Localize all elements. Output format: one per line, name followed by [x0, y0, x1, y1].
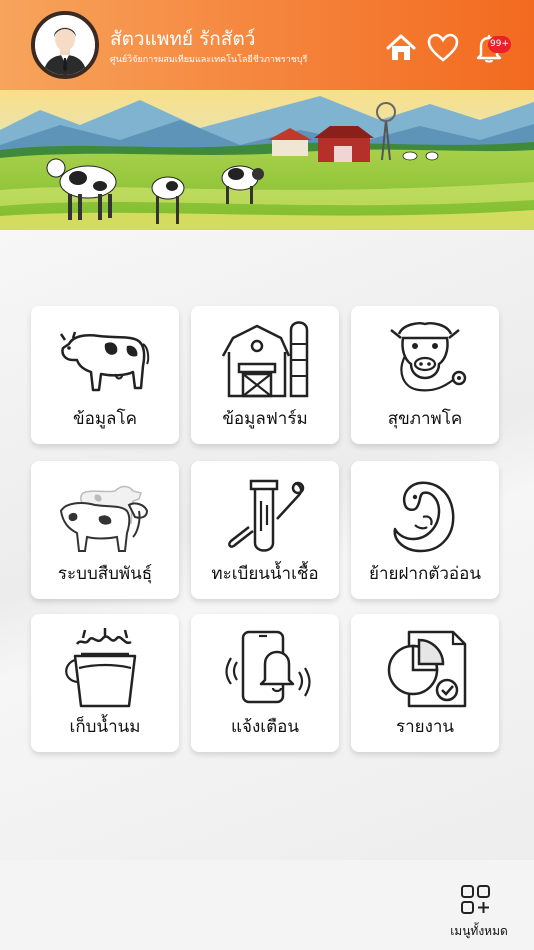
cow-stethoscope-icon: [390, 322, 467, 392]
home-icon[interactable]: [385, 32, 417, 64]
user-name: สัตวแพทย์ รักสัตว์: [110, 28, 256, 50]
menu-tile-embryo-transfer[interactable]: ย้ายฝากตัวอ่อน: [351, 461, 499, 599]
menu-tile-notifications[interactable]: แจ้งเตือน: [191, 614, 339, 752]
menu-label-embryo-transfer: ย้ายฝากตัวอ่อน: [369, 564, 481, 584]
notification-badge: 99+: [488, 36, 511, 53]
user-organization: ศูนย์วิจัยการผสมเทียมและเทคโนโลยีชีวภาพร…: [110, 55, 308, 65]
menu-label-notifications: แจ้งเตือน: [231, 717, 299, 737]
all-menu-label: เมนูทั้งหมด: [450, 924, 508, 938]
menu-tile-breeding[interactable]: ระบบสืบพันธุ์: [31, 461, 179, 599]
menu-label-semen-registry: ทะเบียนน้ำเชื้อ: [211, 564, 319, 584]
farm-banner: [0, 90, 534, 230]
grid-plus-icon: [461, 885, 490, 914]
menu-label-breeding: ระบบสืบพันธุ์: [57, 564, 153, 584]
menu-label-farm-info: ข้อมูลฟาร์ม: [222, 409, 308, 429]
milk-bucket-icon: [65, 628, 137, 708]
test-tube-icon: [228, 479, 305, 552]
embryo-icon: [393, 481, 455, 553]
menu-tile-farm-info[interactable]: ข้อมูลฟาร์ม: [191, 306, 339, 444]
all-menu-button[interactable]: เมนูทั้งหมด: [446, 884, 516, 940]
phone-bell-icon: [225, 630, 311, 704]
person-icon: [35, 15, 95, 75]
menu-label-milk-collection: เก็บน้ำนม: [69, 717, 141, 737]
user-avatar[interactable]: [31, 11, 99, 79]
menu-label-reports: รายงาน: [395, 717, 455, 737]
menu-tile-reports[interactable]: รายงาน: [351, 614, 499, 752]
menu-tile-cow-health[interactable]: สุขภาพโค: [351, 306, 499, 444]
menu-tile-semen-registry[interactable]: ทะเบียนน้ำเชื้อ: [191, 461, 339, 599]
menu-tile-milk-collection[interactable]: เก็บน้ำนม: [31, 614, 179, 752]
barn-icon: [221, 321, 309, 398]
menu-label-cow-info: ข้อมูลโค: [73, 409, 137, 429]
report-chart-icon: [387, 630, 467, 708]
farm-landscape-image: [0, 90, 534, 230]
cow-icon: [59, 331, 150, 392]
breeding-cows-icon: [59, 485, 149, 552]
menu-tile-cow-info[interactable]: ข้อมูลโค: [31, 306, 179, 444]
heart-icon[interactable]: [427, 32, 459, 64]
menu-label-cow-health: สุขภาพโค: [387, 409, 463, 429]
app-header: สัตวแพทย์ รักสัตว์ ศูนย์วิจัยการผสมเทียม…: [0, 0, 534, 90]
